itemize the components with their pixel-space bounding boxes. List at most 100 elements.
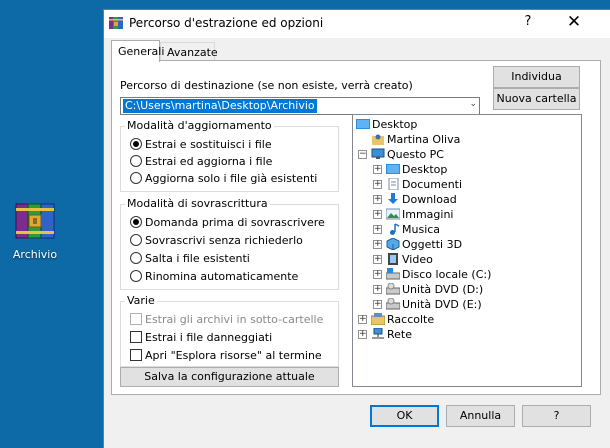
tree-item-label: Video — [402, 253, 433, 266]
radio-indicator — [130, 252, 142, 264]
tree-item-label: Immagini — [402, 208, 454, 221]
tree-item-label: Desktop — [372, 118, 418, 131]
user-folder-icon — [371, 133, 385, 145]
misc-group: Varie Estrai gli archivi in sotto-cartel… — [120, 294, 339, 367]
tree-item-label: Rete — [387, 328, 412, 341]
checkbox-extract-damaged[interactable]: Estrai i file danneggiati — [130, 331, 272, 347]
pictures-icon — [385, 208, 401, 220]
desktop-archive-icon[interactable]: Archivio — [4, 202, 66, 261]
title-help-button[interactable]: ? — [520, 14, 536, 29]
overwrite-mode-group: Modalità di sovrascrittura Domanda prima… — [120, 197, 339, 290]
expand-toggle[interactable]: + — [358, 315, 367, 324]
update-mode-group: Modalità d'aggiornamento Estrai e sostit… — [120, 119, 339, 192]
tree-item-label: Unità DVD (E:) — [402, 298, 482, 311]
ok-button[interactable]: OK — [370, 405, 439, 427]
help-button[interactable]: ? — [522, 405, 591, 427]
tree-item-label: Raccolte — [387, 313, 435, 326]
libraries-icon — [370, 313, 386, 326]
network-icon — [371, 327, 385, 340]
radio-update-files[interactable]: Estrai ed aggiorna i file — [130, 155, 272, 171]
option-label: Rinomina automaticamente — [145, 270, 299, 283]
checkbox-indicator — [130, 313, 142, 325]
radio-replace-files[interactable]: Estrai e sostituisci i file — [130, 138, 272, 154]
expand-toggle[interactable]: + — [373, 165, 382, 174]
option-label: Sovrascrivi senza richiederlo — [145, 234, 303, 247]
radio-indicator — [130, 234, 142, 246]
expand-toggle[interactable]: + — [373, 240, 382, 249]
option-label: Estrai gli archivi in sotto-cartelle — [145, 313, 324, 326]
misc-title: Varie — [125, 294, 157, 307]
video-icon — [386, 253, 400, 265]
browse-button[interactable]: Individua — [493, 66, 580, 88]
tree-item-label: Questo PC — [387, 148, 444, 161]
expand-toggle[interactable]: + — [373, 255, 382, 264]
local-disk-icon — [385, 268, 401, 280]
option-label: Salta i file esistenti — [145, 252, 250, 265]
tree-item-label: Oggetti 3D — [402, 238, 463, 251]
title-bar[interactable]: Percorso d'estrazione ed opzioni ? ✕ — [104, 10, 610, 38]
desktop-folder-icon — [386, 163, 400, 175]
tree-item-label: Unità DVD (D:) — [402, 283, 484, 296]
tree-item-label: Disco locale (C:) — [402, 268, 492, 281]
overwrite-mode-title: Modalità di sovrascrittura — [125, 197, 270, 210]
destination-path-value: C:\Users\martina\Desktop\Archivio — [123, 99, 317, 113]
radio-refresh-existing[interactable]: Aggiorna solo i file già esistenti — [130, 172, 317, 188]
radio-ask-before[interactable]: Domanda prima di sovrascrivere — [130, 216, 325, 232]
save-config-button[interactable]: Salva la configurazione attuale — [120, 367, 339, 387]
tree-item-label: Musica — [402, 223, 441, 236]
expand-toggle[interactable]: + — [373, 210, 382, 219]
tab-avanzate[interactable]: Avanzate — [160, 42, 218, 61]
computer-icon — [371, 148, 385, 160]
option-label: Estrai ed aggiorna i file — [145, 155, 273, 168]
update-mode-title: Modalità d'aggiornamento — [125, 119, 274, 132]
desktop-icon-label: Archivio — [12, 248, 58, 261]
new-folder-button[interactable]: Nuova cartella — [493, 88, 580, 110]
winrar-app-icon — [109, 16, 123, 30]
tree-item-label: Download — [402, 193, 457, 206]
folder-tree[interactable]: Desktop Martina Oliva − Questo PC + Desk… — [352, 114, 582, 387]
expand-toggle[interactable]: + — [358, 330, 367, 339]
desktop-folder-icon — [356, 118, 370, 130]
radio-overwrite-silent[interactable]: Sovrascrivi senza richiederlo — [130, 234, 303, 250]
download-icon — [386, 193, 400, 205]
checkbox-indicator — [130, 331, 142, 343]
collapse-toggle[interactable]: − — [358, 150, 367, 159]
expand-toggle[interactable]: + — [373, 300, 382, 309]
expand-toggle[interactable]: + — [373, 225, 382, 234]
option-label: Aggiorna solo i file già esistenti — [145, 172, 318, 185]
expand-toggle[interactable]: + — [373, 270, 382, 279]
chevron-down-icon[interactable]: ⌄ — [469, 99, 477, 109]
general-panel: Percorso di destinazione (se non esiste,… — [111, 60, 601, 395]
radio-indicator — [130, 216, 142, 228]
expand-toggle[interactable]: + — [373, 180, 382, 189]
checkbox-open-explorer[interactable]: Apri "Esplora risorse" al termine — [130, 349, 322, 365]
destination-label: Percorso di destinazione (se non esiste,… — [120, 79, 413, 92]
radio-skip-existing[interactable]: Salta i file esistenti — [130, 252, 250, 268]
expand-toggle[interactable]: + — [373, 285, 382, 294]
radio-indicator — [130, 155, 142, 167]
winrar-archive-icon — [13, 202, 57, 240]
tree-item-label: Desktop — [402, 163, 448, 176]
music-icon — [386, 223, 400, 235]
dialog-title: Percorso d'estrazione ed opzioni — [129, 16, 324, 30]
radio-indicator — [130, 138, 142, 150]
dvd-drive-icon — [385, 282, 401, 295]
objects-3d-icon — [386, 237, 400, 251]
extraction-dialog: Percorso d'estrazione ed opzioni ? ✕ Gen… — [103, 9, 610, 448]
dialog-button-bar: OK Annulla ? — [104, 396, 610, 448]
option-label: Domanda prima di sovrascrivere — [145, 216, 325, 229]
option-label: Estrai e sostituisci i file — [145, 138, 272, 151]
expand-toggle[interactable]: + — [373, 195, 382, 204]
documents-icon — [386, 177, 400, 191]
radio-auto-rename[interactable]: Rinomina automaticamente — [130, 270, 298, 286]
option-label: Apri "Esplora risorse" al termine — [145, 349, 322, 362]
radio-indicator — [130, 270, 142, 282]
radio-indicator — [130, 172, 142, 184]
cancel-button[interactable]: Annulla — [446, 405, 515, 427]
close-button[interactable]: ✕ — [564, 12, 584, 32]
tab-generali[interactable]: Generali — [111, 40, 164, 62]
checkbox-extract-subfolders[interactable]: Estrai gli archivi in sotto-cartelle — [130, 313, 323, 329]
dvd-drive-icon — [385, 297, 401, 310]
destination-path-combo[interactable]: C:\Users\martina\Desktop\Archivio ⌄ — [120, 97, 480, 115]
option-label: Estrai i file danneggiati — [145, 331, 273, 344]
